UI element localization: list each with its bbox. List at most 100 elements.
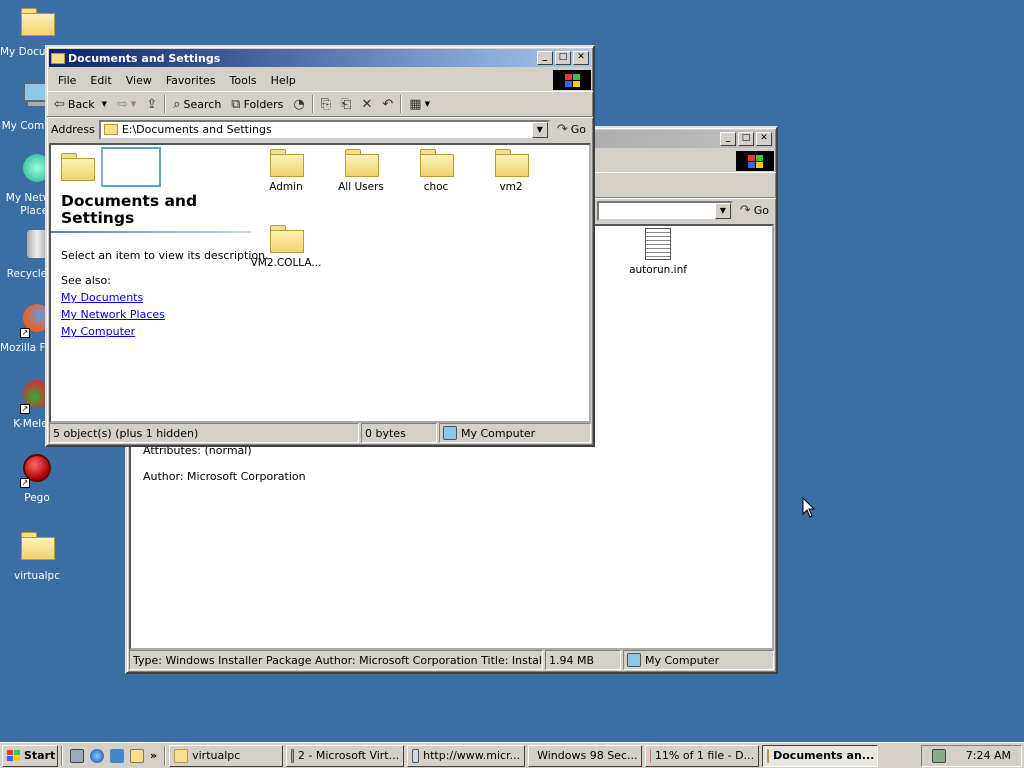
menu-help[interactable]: Help [264,72,303,89]
forward-button[interactable]: ⇨ ▼ [114,95,139,114]
minimize-button[interactable]: _ [537,51,553,65]
search-icon[interactable] [130,748,144,763]
toolbar-separator [164,95,167,113]
back-window-statusbar: Type: Windows Installer Package Author: … [129,650,774,670]
quick-launch: » [66,748,161,763]
copy-to-icon: ⎗ [341,96,352,112]
show-desktop-icon[interactable] [70,748,84,763]
author-text: Author: Microsoft Corporation [143,470,306,483]
chevron-down-icon[interactable]: ▼ [102,100,107,108]
windows-logo-icon [736,151,774,171]
back-address-input[interactable]: ▼ [597,200,733,221]
toolbar-separator [400,95,403,113]
minimize-button[interactable]: _ [720,132,736,146]
panel-folder-graphic [61,147,171,189]
back-button[interactable]: ⇦ Back ▼ [51,95,110,114]
web-view-panel: Documents and Settings Select an item to… [51,145,269,421]
file-item-autorun[interactable]: autorun.inf [621,228,695,276]
task-virtualpc[interactable]: virtualpc [169,744,284,767]
folder-icon [61,153,95,181]
address-input[interactable]: E:\Documents and Settings ▼ [98,119,550,140]
chevron-down-icon[interactable]: ▼ [425,100,430,108]
chevron-right-icon[interactable]: » [150,749,157,762]
firefox-icon [650,748,651,763]
documents-and-settings-window[interactable]: Documents and Settings _ □ ✕ File Edit V… [45,45,595,447]
computer-icon [627,653,641,667]
folder-icon [420,149,454,177]
see-also-links: My Documents My Network Places My Comput… [61,291,165,342]
task-firefox-download[interactable]: 11% of 1 file - D... [645,744,760,767]
shortcut-arrow-icon: ↗ [20,328,30,338]
clock[interactable]: 7:24 AM [966,749,1011,762]
back-go-button[interactable]: ↷ Go [737,201,772,220]
go-arrow-icon: ↷ [556,122,568,137]
history-button[interactable]: ◔ [290,95,307,114]
menu-view[interactable]: View [119,72,159,89]
folder-item-choc[interactable]: choc [399,149,473,193]
task-microsoft-virtual-pc[interactable]: 2 - Microsoft Virt... [286,744,405,767]
folder-item-vm2[interactable]: vm2 [474,149,548,193]
outlook-express-icon[interactable] [110,748,124,763]
up-folder-button[interactable]: ⇪ [143,95,160,114]
chevron-down-icon[interactable]: ▼ [131,100,136,108]
search-button[interactable]: ⌕ Search [170,95,224,114]
task-documents-and-settings[interactable]: Documents an... [762,744,879,767]
panel-heading: Documents and Settings [61,192,198,227]
chevron-down-icon[interactable]: ▼ [714,202,731,219]
copy-to-button[interactable]: ⎗ [338,95,354,114]
front-window-titlebar[interactable]: Documents and Settings _ □ ✕ [49,49,591,67]
network-tray-icon[interactable] [931,748,946,763]
menu-file[interactable]: File [51,72,83,89]
forward-arrow-icon: ⇨ [117,96,128,112]
panel-description: Select an item to view its description. [61,249,269,262]
computer-icon [443,426,457,440]
folder-icon [495,149,529,177]
back-arrow-icon: ⇦ [54,96,65,112]
address-bar: Address E:\Documents and Settings ▼ ↷ Go [47,117,593,141]
menu-favorites[interactable]: Favorites [159,72,223,89]
close-button[interactable]: ✕ [573,51,589,65]
pego-icon: ↗ [20,454,54,488]
mouse-cursor-icon [802,497,816,518]
folder-icon [270,225,304,253]
menu-tools[interactable]: Tools [223,72,264,89]
windows-logo-icon [7,750,20,761]
start-button[interactable]: Start [2,744,58,767]
task-browser-microsoft[interactable]: http://www.micr... [407,744,526,767]
text-file-icon [645,228,671,260]
folder-content[interactable]: Documents and Settings Select an item to… [49,143,591,423]
task-firefox-windows-98[interactable]: Windows 98 Sec... [528,744,643,767]
link-my-documents[interactable]: My Documents [61,291,165,304]
views-button[interactable]: ▦ ▼ [406,95,433,114]
delete-button[interactable]: ✕ [358,95,375,114]
delete-icon: ✕ [361,96,373,112]
maximize-button[interactable]: □ [555,51,571,65]
shortcut-arrow-icon: ↗ [20,404,30,414]
taskbar-separator [61,745,63,766]
desktop-icon-virtualpc[interactable]: virtualpc [0,528,74,582]
close-button[interactable]: ✕ [756,132,772,146]
go-button[interactable]: ↷ Go [554,120,589,139]
undo-button[interactable]: ↶ [379,95,396,114]
folder-icon [345,149,379,177]
folders-button[interactable]: ⧉ Folders [228,95,286,114]
folder-item-all-users[interactable]: All Users [324,149,398,193]
folder-icon [51,52,65,64]
views-icon: ▦ [409,96,422,112]
folder-icon [20,532,55,566]
desktop-icon-pego[interactable]: ↗ Pego [0,452,74,504]
link-my-network-places[interactable]: My Network Places [61,308,165,321]
link-my-computer[interactable]: My Computer [61,325,165,338]
toolbar: ⇦ Back ▼ ⇨ ▼ ⇪ ⌕ Search ⧉ Folders ◔ ⎘ ⎗ ✕ ↶ ▦… [47,91,593,117]
my-documents-icon [20,8,55,42]
go-arrow-icon: ↷ [739,203,751,218]
folder-item-vm2-colla[interactable]: VM2.COLLA... [249,225,323,269]
menu-edit[interactable]: Edit [83,72,118,89]
maximize-button[interactable]: □ [738,132,754,146]
folder-item-admin[interactable]: Admin [249,149,323,193]
move-to-button[interactable]: ⎘ [318,95,334,114]
internet-explorer-icon[interactable] [90,748,104,763]
status-object-count: 5 object(s) (plus 1 hidden) [49,423,359,443]
chevron-down-icon[interactable]: ▼ [531,121,548,138]
folders-icon: ⧉ [231,96,241,112]
